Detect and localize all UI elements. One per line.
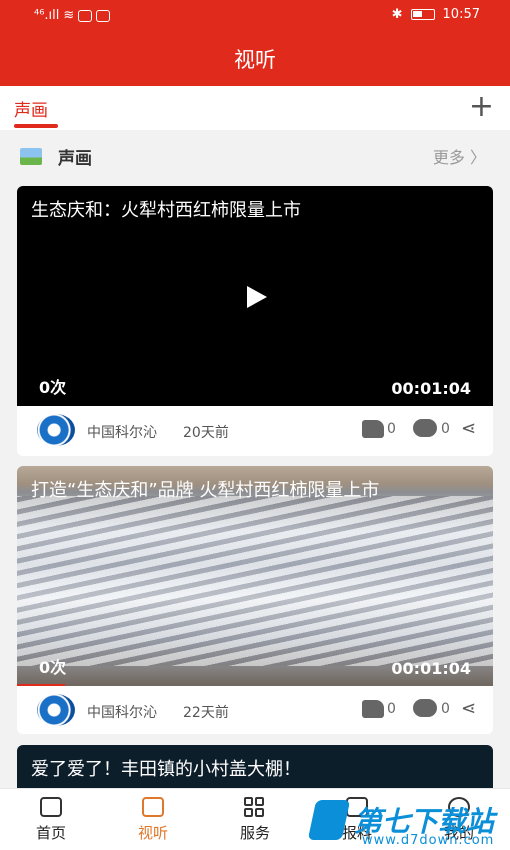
video-title: 爱了爱了！丰田镇的小村盖大棚！ bbox=[31, 759, 301, 780]
video-title: 生态庆和：火犁村西红柿限量上市 bbox=[31, 200, 301, 221]
like-count: 0 bbox=[387, 701, 396, 717]
bluetooth-icon: ✱ bbox=[391, 7, 403, 22]
video-meta: 中国科尔沁 22天前 0 0 ⋖ bbox=[17, 686, 493, 734]
video-card[interactable]: 打造“生态庆和”品牌 火犁村西红柿限量上市 0次 00:01:04 中国科尔沁 … bbox=[17, 466, 493, 734]
watermark-url: www.d7down.com bbox=[362, 833, 495, 848]
page-title: 视听 bbox=[234, 48, 276, 72]
tab-indicator bbox=[14, 124, 58, 128]
view-count: 0次 bbox=[39, 378, 67, 397]
image-icon bbox=[20, 148, 42, 165]
nav-service[interactable]: 服务 bbox=[204, 789, 306, 850]
avatar[interactable] bbox=[37, 414, 75, 446]
publish-time: 22天前 bbox=[183, 705, 229, 721]
avatar[interactable] bbox=[37, 694, 75, 726]
view-count: 0次 bbox=[39, 658, 67, 677]
video-card[interactable]: 生态庆和：火犁村西红柿限量上市 0次 00:01:04 中国科尔沁 20天前 0… bbox=[17, 186, 493, 456]
thumbs-up-icon[interactable] bbox=[362, 420, 384, 438]
thumbs-up-icon[interactable] bbox=[362, 700, 384, 718]
play-icon[interactable] bbox=[247, 286, 267, 308]
comment-icon[interactable] bbox=[413, 419, 437, 437]
notification-icon bbox=[96, 9, 111, 22]
comment-count: 0 bbox=[441, 701, 450, 717]
video-card[interactable]: 爱了爱了！丰田镇的小村盖大棚！ bbox=[17, 745, 493, 790]
tab-shenghua[interactable]: 声画 bbox=[14, 96, 48, 121]
like-count: 0 bbox=[387, 421, 396, 437]
watermark: 第七下载站 www.d7down.com bbox=[307, 800, 510, 850]
grid-icon bbox=[244, 797, 266, 817]
nav-home[interactable]: 首页 bbox=[0, 789, 102, 850]
video-player[interactable]: 生态庆和：火犁村西红柿限量上市 0次 00:01:04 bbox=[17, 186, 493, 406]
wifi-icon: ≋ bbox=[63, 8, 75, 23]
add-channel-button[interactable]: + bbox=[469, 90, 494, 124]
nav-label: 服务 bbox=[239, 824, 270, 842]
notification-icon bbox=[78, 9, 93, 22]
app-header: ⁴⁶.ıll ≋ ✱ 10:57 视听 bbox=[0, 0, 510, 86]
nav-label: 视听 bbox=[137, 824, 168, 842]
comment-count: 0 bbox=[441, 421, 450, 437]
home-icon bbox=[40, 797, 62, 817]
video-duration: 00:01:04 bbox=[391, 659, 471, 678]
source-name[interactable]: 中国科尔沁 bbox=[87, 702, 157, 722]
watermark-logo bbox=[307, 800, 351, 840]
video-meta: 中国科尔沁 20天前 0 0 ⋖ bbox=[17, 406, 493, 456]
share-icon[interactable]: ⋖ bbox=[461, 418, 476, 439]
video-thumbnail bbox=[17, 496, 493, 666]
video-icon bbox=[142, 797, 164, 817]
section-title: 声画 bbox=[58, 149, 92, 169]
status-bar: ⁴⁶.ıll ≋ ✱ 10:57 bbox=[0, 0, 510, 32]
status-time: 10:57 bbox=[442, 7, 480, 22]
nav-video[interactable]: 视听 bbox=[102, 789, 204, 850]
section-header: 声画 更多 〉 bbox=[0, 138, 510, 174]
video-title: 打造“生态庆和”品牌 火犁村西红柿限量上市 bbox=[31, 480, 380, 501]
video-player[interactable]: 打造“生态庆和”品牌 火犁村西红柿限量上市 0次 00:01:04 bbox=[17, 466, 493, 686]
video-duration: 00:01:04 bbox=[391, 379, 471, 398]
nav-label: 首页 bbox=[35, 824, 66, 842]
more-link[interactable]: 更多 〉 bbox=[433, 144, 486, 168]
publish-time: 20天前 bbox=[183, 425, 229, 441]
battery-icon bbox=[410, 9, 435, 20]
channel-tabbar: 声画 + bbox=[0, 86, 510, 130]
comment-icon[interactable] bbox=[413, 699, 437, 717]
share-icon[interactable]: ⋖ bbox=[461, 698, 476, 719]
source-name[interactable]: 中国科尔沁 bbox=[87, 422, 157, 442]
signal-icon: ⁴⁶.ıll bbox=[34, 8, 60, 23]
